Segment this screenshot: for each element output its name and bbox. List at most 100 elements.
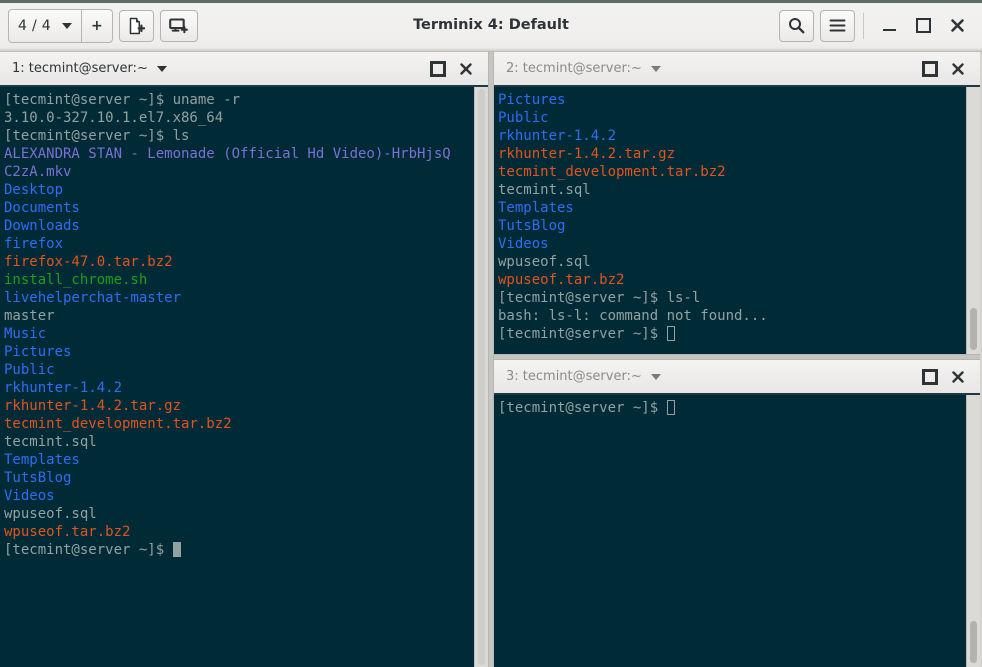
terminal-text: [tecmint@server ~]$ xyxy=(498,326,667,342)
terminal-line: rkhunter-1.4.2.tar.gz xyxy=(498,145,966,163)
terminal-line: [tecmint@server ~]$ ls-l xyxy=(498,289,966,307)
terminal-text: rkhunter-1.4.2 xyxy=(498,128,617,144)
pane-1-terminal-output[interactable]: [tecmint@server ~]$ uname -r 3.10.0-327.1… xyxy=(0,87,474,667)
terminal-line: TutsBlog xyxy=(498,217,966,235)
pane-3-maximize-button[interactable] xyxy=(916,363,944,391)
pane-1-terminal-area[interactable]: [tecmint@server ~]$ uname -r 3.10.0-327.1… xyxy=(0,87,488,667)
window-minimize-button[interactable] xyxy=(872,10,906,42)
terminal-line: Pictures xyxy=(4,343,474,361)
pane-3-title: 3: tecmint@server:~ xyxy=(506,369,642,384)
terminal-line: rkhunter-1.4.2.tar.gz xyxy=(4,397,474,415)
terminal-text: [tecmint@server ~]$ xyxy=(498,400,667,416)
terminal-line: tecmint_development.tar.bz2 xyxy=(4,415,474,433)
terminal-line: wpuseof.sql xyxy=(4,505,474,523)
hamburger-menu-icon xyxy=(829,18,846,33)
terminal-line: Videos xyxy=(4,487,474,505)
add-terminal-button[interactable] xyxy=(159,9,198,42)
terminal-line: firefox-47.0.tar.bz2 xyxy=(4,253,474,271)
terminal-text: Templates xyxy=(498,200,574,216)
pane-3-header: 3: tecmint@server:~ xyxy=(494,360,980,395)
terminal-text: rkhunter-1.4.2.tar.gz xyxy=(4,398,182,414)
terminal-line: [tecmint@server ~]$ uname -r xyxy=(4,91,474,109)
terminal-text: Videos xyxy=(4,488,55,504)
close-pane-icon xyxy=(951,370,965,384)
terminal-line: Pictures xyxy=(498,91,966,109)
window-close-button[interactable] xyxy=(940,10,974,42)
terminal-line: [tecmint@server ~]$ xyxy=(498,325,966,343)
right-pane-column: 2: tecmint@server:~ Pictures Public rkhu… xyxy=(494,52,980,667)
terminal-pane-2[interactable]: 2: tecmint@server:~ Pictures Public rkhu… xyxy=(494,52,980,354)
terminal-text: master xyxy=(4,308,55,324)
terminal-text: bash: ls-l: command not found... xyxy=(498,308,768,324)
session-switcher-group[interactable]: 4 / 4 + xyxy=(8,8,113,43)
window-maximize-button[interactable] xyxy=(906,10,940,42)
pane-1-maximize-button[interactable] xyxy=(424,55,452,83)
terminal-text: Public xyxy=(4,362,55,378)
terminal-line: Public xyxy=(4,361,474,379)
terminal-text: wpuseof.sql xyxy=(4,506,97,522)
search-button[interactable] xyxy=(779,9,814,42)
pane-2-terminal-output[interactable]: Pictures Public rkhunter-1.4.2 rkhunter-1.4… xyxy=(494,87,966,354)
pane-2-menu-chevron-down-icon[interactable] xyxy=(650,65,661,72)
terminal-pane-3[interactable]: 3: tecmint@server:~ [tecmint@server ~]$ xyxy=(494,360,980,667)
pane-1-menu-chevron-down-icon[interactable] xyxy=(156,65,167,72)
terminal-line: [tecmint@server ~]$ ls xyxy=(4,127,474,145)
terminal-pane-1[interactable]: 1: tecmint@server:~ [tecmint@server ~]$ … xyxy=(0,52,488,667)
terminal-line: Public xyxy=(498,109,966,127)
terminal-line: 3.10.0-327.10.1.el7.x86_64 xyxy=(4,109,474,127)
terminal-text: [tecmint@server ~]$ ls xyxy=(4,128,190,144)
close-pane-icon xyxy=(951,62,965,76)
terminal-text: Desktop xyxy=(4,182,64,198)
terminal-line: rkhunter-1.4.2 xyxy=(498,127,966,145)
terminal-text: Public xyxy=(498,110,549,126)
terminal-line: ALEXANDRA STAN - Lemonade (Official Hd V… xyxy=(4,145,474,163)
add-session-button[interactable]: + xyxy=(80,9,112,42)
pane-1-scrollbar[interactable] xyxy=(474,87,488,667)
maximize-icon xyxy=(915,18,931,33)
pane-2-terminal-area[interactable]: Pictures Public rkhunter-1.4.2 rkhunter-1.4… xyxy=(494,87,980,354)
terminal-line: Desktop xyxy=(4,181,474,199)
terminal-text: wpuseof.sql xyxy=(498,254,591,270)
pane-3-scrollbar[interactable] xyxy=(966,395,980,667)
terminal-text: Pictures xyxy=(498,92,566,108)
maximize-pane-icon xyxy=(430,60,446,77)
session-count-button[interactable]: 4 / 4 xyxy=(9,10,81,42)
titlebar-left-controls: 4 / 4 + xyxy=(8,8,198,43)
terminal-line: Downloads xyxy=(4,217,474,235)
terminal-text: firefox xyxy=(4,236,64,252)
terminal-text: install_chrome.sh xyxy=(4,272,148,288)
pane-3-menu-chevron-down-icon[interactable] xyxy=(650,373,661,380)
terminal-line: wpuseof.sql xyxy=(498,253,966,271)
pane-1-scrollbar-thumb[interactable] xyxy=(478,89,485,665)
pane-2-maximize-button[interactable] xyxy=(916,55,944,83)
pane-2-close-button[interactable] xyxy=(944,55,972,83)
terminal-text: 3.10.0-327.10.1.el7.x86_64 xyxy=(4,110,224,126)
pane-3-terminal-output[interactable]: [tecmint@server ~]$ xyxy=(494,395,966,667)
terminal-text: [tecmint@server ~]$ uname -r xyxy=(4,92,241,108)
pane-3-terminal-area[interactable]: [tecmint@server ~]$ xyxy=(494,395,980,667)
maximize-pane-icon xyxy=(922,60,938,77)
new-session-button[interactable] xyxy=(118,9,154,42)
terminal-line: firefox xyxy=(4,235,474,253)
pane-1-title: 1: tecmint@server:~ xyxy=(12,61,148,76)
pane-2-scrollbar[interactable] xyxy=(966,87,980,354)
terminal-line: Documents xyxy=(4,199,474,217)
pane-2-scrollbar-thumb[interactable] xyxy=(970,308,977,350)
terminal-text: Videos xyxy=(498,236,549,252)
terminal-cursor xyxy=(666,326,675,341)
search-icon xyxy=(788,17,805,34)
close-icon xyxy=(950,18,965,33)
pane-2-header: 2: tecmint@server:~ xyxy=(494,52,980,87)
terminal-line: Videos xyxy=(498,235,966,253)
main-menu-button[interactable] xyxy=(820,9,855,42)
terminal-text: [tecmint@server ~]$ xyxy=(4,542,173,558)
terminal-text: TutsBlog xyxy=(498,218,566,234)
pane-1-close-button[interactable] xyxy=(452,55,480,83)
terminal-text: tecmint_development.tar.bz2 xyxy=(498,164,726,180)
minimize-icon xyxy=(882,29,896,31)
terminal-line: Music xyxy=(4,325,474,343)
terminal-line: master xyxy=(4,307,474,325)
pane-3-scrollbar-thumb[interactable] xyxy=(970,621,977,663)
left-pane-column: 1: tecmint@server:~ [tecmint@server ~]$ … xyxy=(0,52,488,667)
pane-3-close-button[interactable] xyxy=(944,363,972,391)
